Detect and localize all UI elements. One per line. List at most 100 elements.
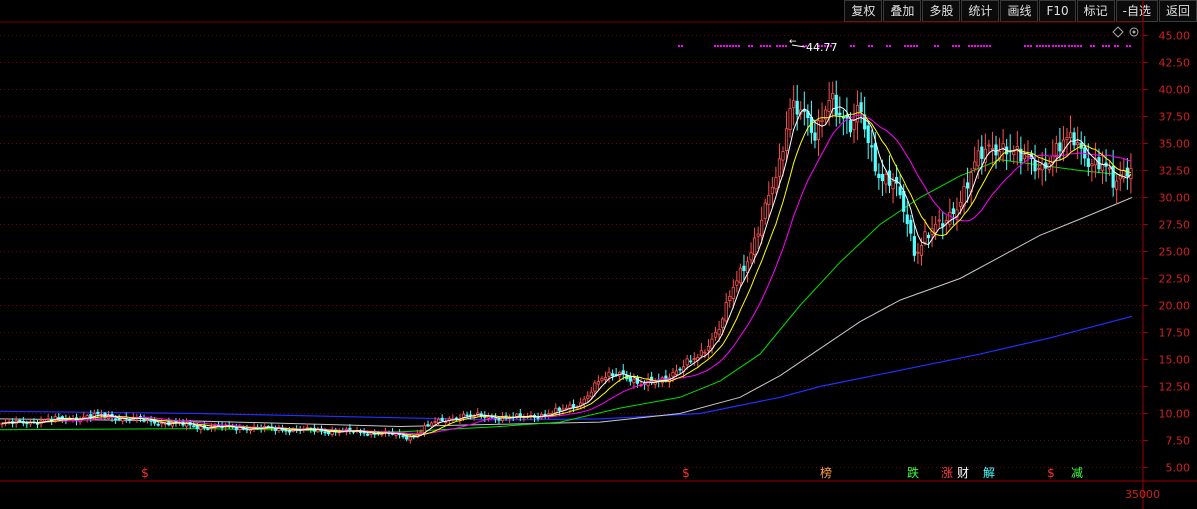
candle bbox=[160, 418, 164, 428]
signal-dot bbox=[1117, 45, 1119, 47]
candle bbox=[1040, 151, 1044, 186]
candle-body bbox=[784, 128, 789, 151]
candle bbox=[412, 435, 416, 440]
candle-body bbox=[589, 391, 593, 398]
candle-body bbox=[192, 425, 196, 428]
candle bbox=[756, 226, 760, 249]
candle bbox=[820, 102, 824, 138]
signal-dot bbox=[1039, 45, 1041, 47]
candle-body bbox=[717, 328, 721, 335]
candle-body bbox=[486, 416, 490, 419]
signal-dot bbox=[1105, 45, 1107, 47]
candle bbox=[128, 417, 132, 424]
signal-dot bbox=[1042, 45, 1044, 47]
signal-dot bbox=[1061, 45, 1063, 47]
signal-dot bbox=[983, 45, 985, 47]
signal-dot bbox=[977, 45, 979, 47]
candle-body bbox=[728, 296, 732, 301]
candle-body bbox=[465, 414, 469, 417]
candle bbox=[848, 112, 853, 138]
signal-dot bbox=[1090, 45, 1092, 47]
signal-dot bbox=[1024, 45, 1026, 47]
diamond-icon[interactable] bbox=[1112, 26, 1124, 38]
candle-body bbox=[689, 360, 693, 363]
candle-body bbox=[433, 421, 437, 423]
candle bbox=[980, 135, 984, 175]
candle-body bbox=[1108, 167, 1112, 170]
candle bbox=[912, 224, 916, 262]
candle bbox=[390, 428, 395, 436]
candle-body bbox=[976, 150, 980, 167]
tick-label-5: 32.50 bbox=[1159, 165, 1191, 178]
ma20-line bbox=[1, 114, 1132, 435]
candle bbox=[962, 178, 966, 214]
signal-dot bbox=[853, 45, 855, 47]
candle-body bbox=[919, 245, 924, 256]
ma5-line bbox=[1, 106, 1132, 438]
signal-dot bbox=[1074, 45, 1076, 47]
candle-body bbox=[248, 429, 253, 432]
candle-body bbox=[1012, 151, 1016, 156]
candle-body bbox=[706, 345, 711, 351]
candle-body bbox=[664, 375, 668, 381]
candle-body bbox=[909, 219, 913, 234]
candle-body bbox=[944, 220, 948, 224]
event-marker: 跌 bbox=[907, 465, 919, 480]
candle-body bbox=[1100, 164, 1105, 171]
candle-body bbox=[781, 151, 785, 161]
candle bbox=[1001, 129, 1005, 163]
candle bbox=[806, 104, 810, 136]
candle bbox=[547, 409, 551, 420]
candle-body bbox=[596, 381, 601, 385]
candle bbox=[813, 119, 817, 149]
tick-label-2: 40.00 bbox=[1159, 84, 1191, 97]
candle-body bbox=[774, 177, 778, 190]
signal-dot bbox=[681, 45, 683, 47]
signal-dot bbox=[729, 45, 731, 47]
candle-body bbox=[841, 116, 845, 119]
candle bbox=[951, 202, 956, 225]
signal-dot bbox=[738, 45, 740, 47]
candle bbox=[955, 197, 959, 231]
candle-body bbox=[870, 145, 874, 148]
signal-dot bbox=[678, 45, 680, 47]
candle-body bbox=[902, 190, 906, 212]
candle-body bbox=[873, 143, 877, 172]
settings-icon[interactable] bbox=[1129, 27, 1139, 37]
candle-body bbox=[685, 358, 689, 366]
signal-dot bbox=[1093, 45, 1095, 47]
candle-body bbox=[731, 286, 735, 299]
signal-dot bbox=[1108, 45, 1110, 47]
candle-body bbox=[745, 261, 750, 273]
candle-body bbox=[408, 436, 412, 441]
candle bbox=[465, 411, 469, 418]
kline-chart[interactable]: 45.00 42.50 40.00 37.50 35.00 32.50 30.00 27.50… bbox=[0, 0, 1197, 509]
candle-body bbox=[454, 417, 459, 420]
signal-dot bbox=[1126, 45, 1128, 47]
signal-dot bbox=[732, 45, 734, 47]
candle-body bbox=[770, 186, 774, 195]
candle-body bbox=[721, 318, 725, 328]
candle bbox=[1079, 131, 1083, 165]
tick-label-16: 5.00 bbox=[1166, 462, 1191, 475]
tick-label-6: 30.00 bbox=[1159, 192, 1191, 205]
candle-body bbox=[760, 219, 764, 237]
candle-body bbox=[1040, 163, 1044, 171]
signal-dot bbox=[974, 45, 976, 47]
candle bbox=[596, 375, 601, 390]
signal-dot bbox=[868, 45, 870, 47]
signal-dot bbox=[904, 45, 906, 47]
signal-dot bbox=[955, 45, 957, 47]
candle bbox=[838, 96, 842, 124]
candle-body bbox=[671, 372, 675, 377]
candle-body bbox=[788, 108, 792, 131]
signal-dot bbox=[971, 45, 973, 47]
candle-body bbox=[820, 119, 824, 122]
candle bbox=[891, 172, 895, 204]
candle bbox=[515, 412, 519, 420]
candle bbox=[657, 373, 661, 388]
candle-body bbox=[426, 424, 430, 427]
ma120-line bbox=[0, 197, 1133, 428]
candle-body bbox=[827, 100, 831, 112]
tick-label-1: 42.50 bbox=[1159, 57, 1191, 70]
